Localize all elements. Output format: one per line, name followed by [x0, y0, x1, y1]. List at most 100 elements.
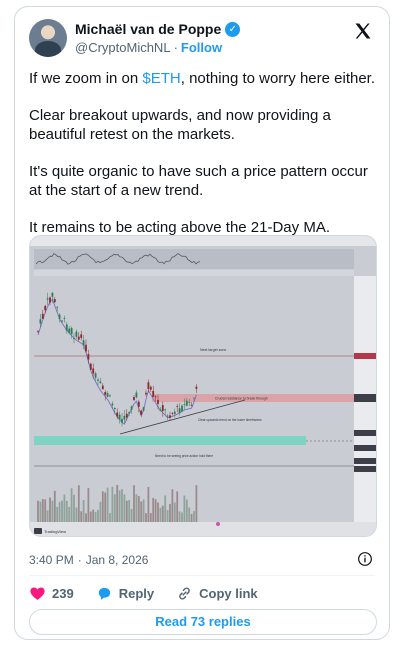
- volume-bar: [73, 494, 75, 522]
- volume-bar: [145, 513, 147, 522]
- volume-bar: [99, 501, 102, 522]
- avatar[interactable]: [29, 19, 67, 57]
- read-replies-button[interactable]: Read 73 replies: [29, 609, 377, 635]
- candle: [77, 336, 80, 340]
- like-button[interactable]: 239: [29, 585, 74, 602]
- time-separator: ·: [77, 553, 82, 567]
- candle: [154, 396, 157, 398]
- candle: [142, 407, 145, 411]
- volume-bar: [46, 510, 49, 522]
- cashtag-link[interactable]: $ETH: [142, 70, 180, 87]
- volume-bar: [185, 499, 188, 522]
- candle: [58, 314, 61, 319]
- candle: [44, 305, 47, 311]
- volume-bar: [181, 512, 183, 522]
- candle: [68, 328, 71, 333]
- candle: [75, 331, 78, 337]
- volume-bar: [147, 486, 150, 522]
- candle: [190, 404, 193, 406]
- chart-image[interactable]: Next target zone Crucial resistance to b…: [29, 235, 377, 537]
- volume-bar: [171, 489, 174, 522]
- volume-bar: [80, 511, 83, 522]
- volume-bar: [135, 494, 138, 522]
- candle: [173, 411, 176, 414]
- volume-bar: [164, 495, 167, 522]
- volume-bar: [65, 500, 68, 522]
- annotation-support: Clear upwards trend on the lower timefra…: [198, 418, 262, 422]
- like-count: 239: [52, 586, 74, 601]
- reply-icon: [98, 587, 110, 600]
- candle: [56, 306, 59, 308]
- volume-bar: [101, 491, 104, 522]
- tweet-paragraph-3: It's quite organic to have such a price …: [29, 163, 368, 199]
- volume-bar: [176, 491, 179, 522]
- candle: [97, 379, 99, 381]
- volume-bar: [128, 499, 131, 522]
- post-date: Jan 8, 2026: [85, 553, 149, 567]
- volume-bar: [137, 496, 140, 522]
- volume-bar: [82, 499, 85, 522]
- tweet-text-fragment: If we zoom in on: [29, 70, 143, 87]
- volume-bar: [166, 510, 169, 522]
- volume-bar: [130, 508, 133, 522]
- candle: [147, 382, 150, 390]
- tweet-paragraph-2: Clear breakout upwards, and now providin…: [29, 107, 331, 143]
- volume-bar: [53, 490, 56, 522]
- volume-bar: [121, 489, 123, 522]
- volume-bar: [188, 507, 191, 522]
- candle: [125, 413, 128, 418]
- candle: [104, 392, 107, 395]
- follow-button[interactable]: Follow: [181, 40, 222, 55]
- author-name[interactable]: Michaël van de Poppe: [75, 21, 221, 37]
- author-handle-row: @CryptoMichNL · Follow: [75, 40, 222, 55]
- candle: [82, 340, 85, 346]
- copy-link-label: Copy link: [199, 586, 258, 601]
- candle: [178, 408, 181, 413]
- info-icon[interactable]: [357, 551, 373, 567]
- volume-bar: [61, 500, 63, 522]
- volume-bar: [116, 484, 119, 522]
- reply-button[interactable]: Reply: [96, 585, 154, 602]
- x-logo-icon[interactable]: [353, 21, 373, 41]
- volume-bar: [92, 509, 95, 522]
- volume-bar: [161, 505, 164, 522]
- volume-bar: [63, 494, 66, 522]
- price-chart: Next target zone Crucial resistance to b…: [30, 236, 376, 536]
- timestamp-row[interactable]: 3:40 PM · Jan 8, 2026: [29, 553, 148, 567]
- candle: [185, 400, 188, 406]
- candle: [140, 410, 143, 415]
- candle: [116, 412, 119, 417]
- author-handle[interactable]: @CryptoMichNL: [75, 40, 171, 55]
- candle: [188, 402, 191, 403]
- volume-bar: [94, 512, 97, 522]
- candle: [113, 407, 116, 410]
- volume-bar: [113, 494, 116, 522]
- annotation-hold: Need to be seeing price action hold ther…: [155, 454, 213, 458]
- candle: [183, 404, 186, 406]
- candle: [41, 313, 44, 319]
- candle: [49, 297, 51, 303]
- candle: [145, 392, 147, 395]
- tweet-text-fragment: , nothing to worry here either.: [180, 70, 376, 87]
- candle: [94, 373, 97, 378]
- volume-bar: [125, 500, 128, 522]
- candle: [130, 406, 133, 410]
- candle: [193, 397, 195, 399]
- candle: [70, 327, 73, 335]
- candle: [169, 415, 171, 418]
- volume-bar: [133, 485, 135, 522]
- copy-link-button[interactable]: Copy link: [176, 585, 258, 602]
- candle: [123, 415, 126, 420]
- candle: [39, 319, 42, 324]
- volume-bar: [159, 507, 162, 522]
- volume-bar: [37, 500, 39, 522]
- candle: [106, 393, 109, 397]
- volume-bar: [157, 502, 159, 522]
- volume-bar: [41, 499, 44, 522]
- volume-bar: [49, 497, 51, 522]
- volume-bar: [68, 506, 71, 522]
- candle: [37, 330, 39, 332]
- candle: [92, 368, 95, 374]
- candle: [149, 386, 152, 390]
- volume-bar: [109, 513, 111, 522]
